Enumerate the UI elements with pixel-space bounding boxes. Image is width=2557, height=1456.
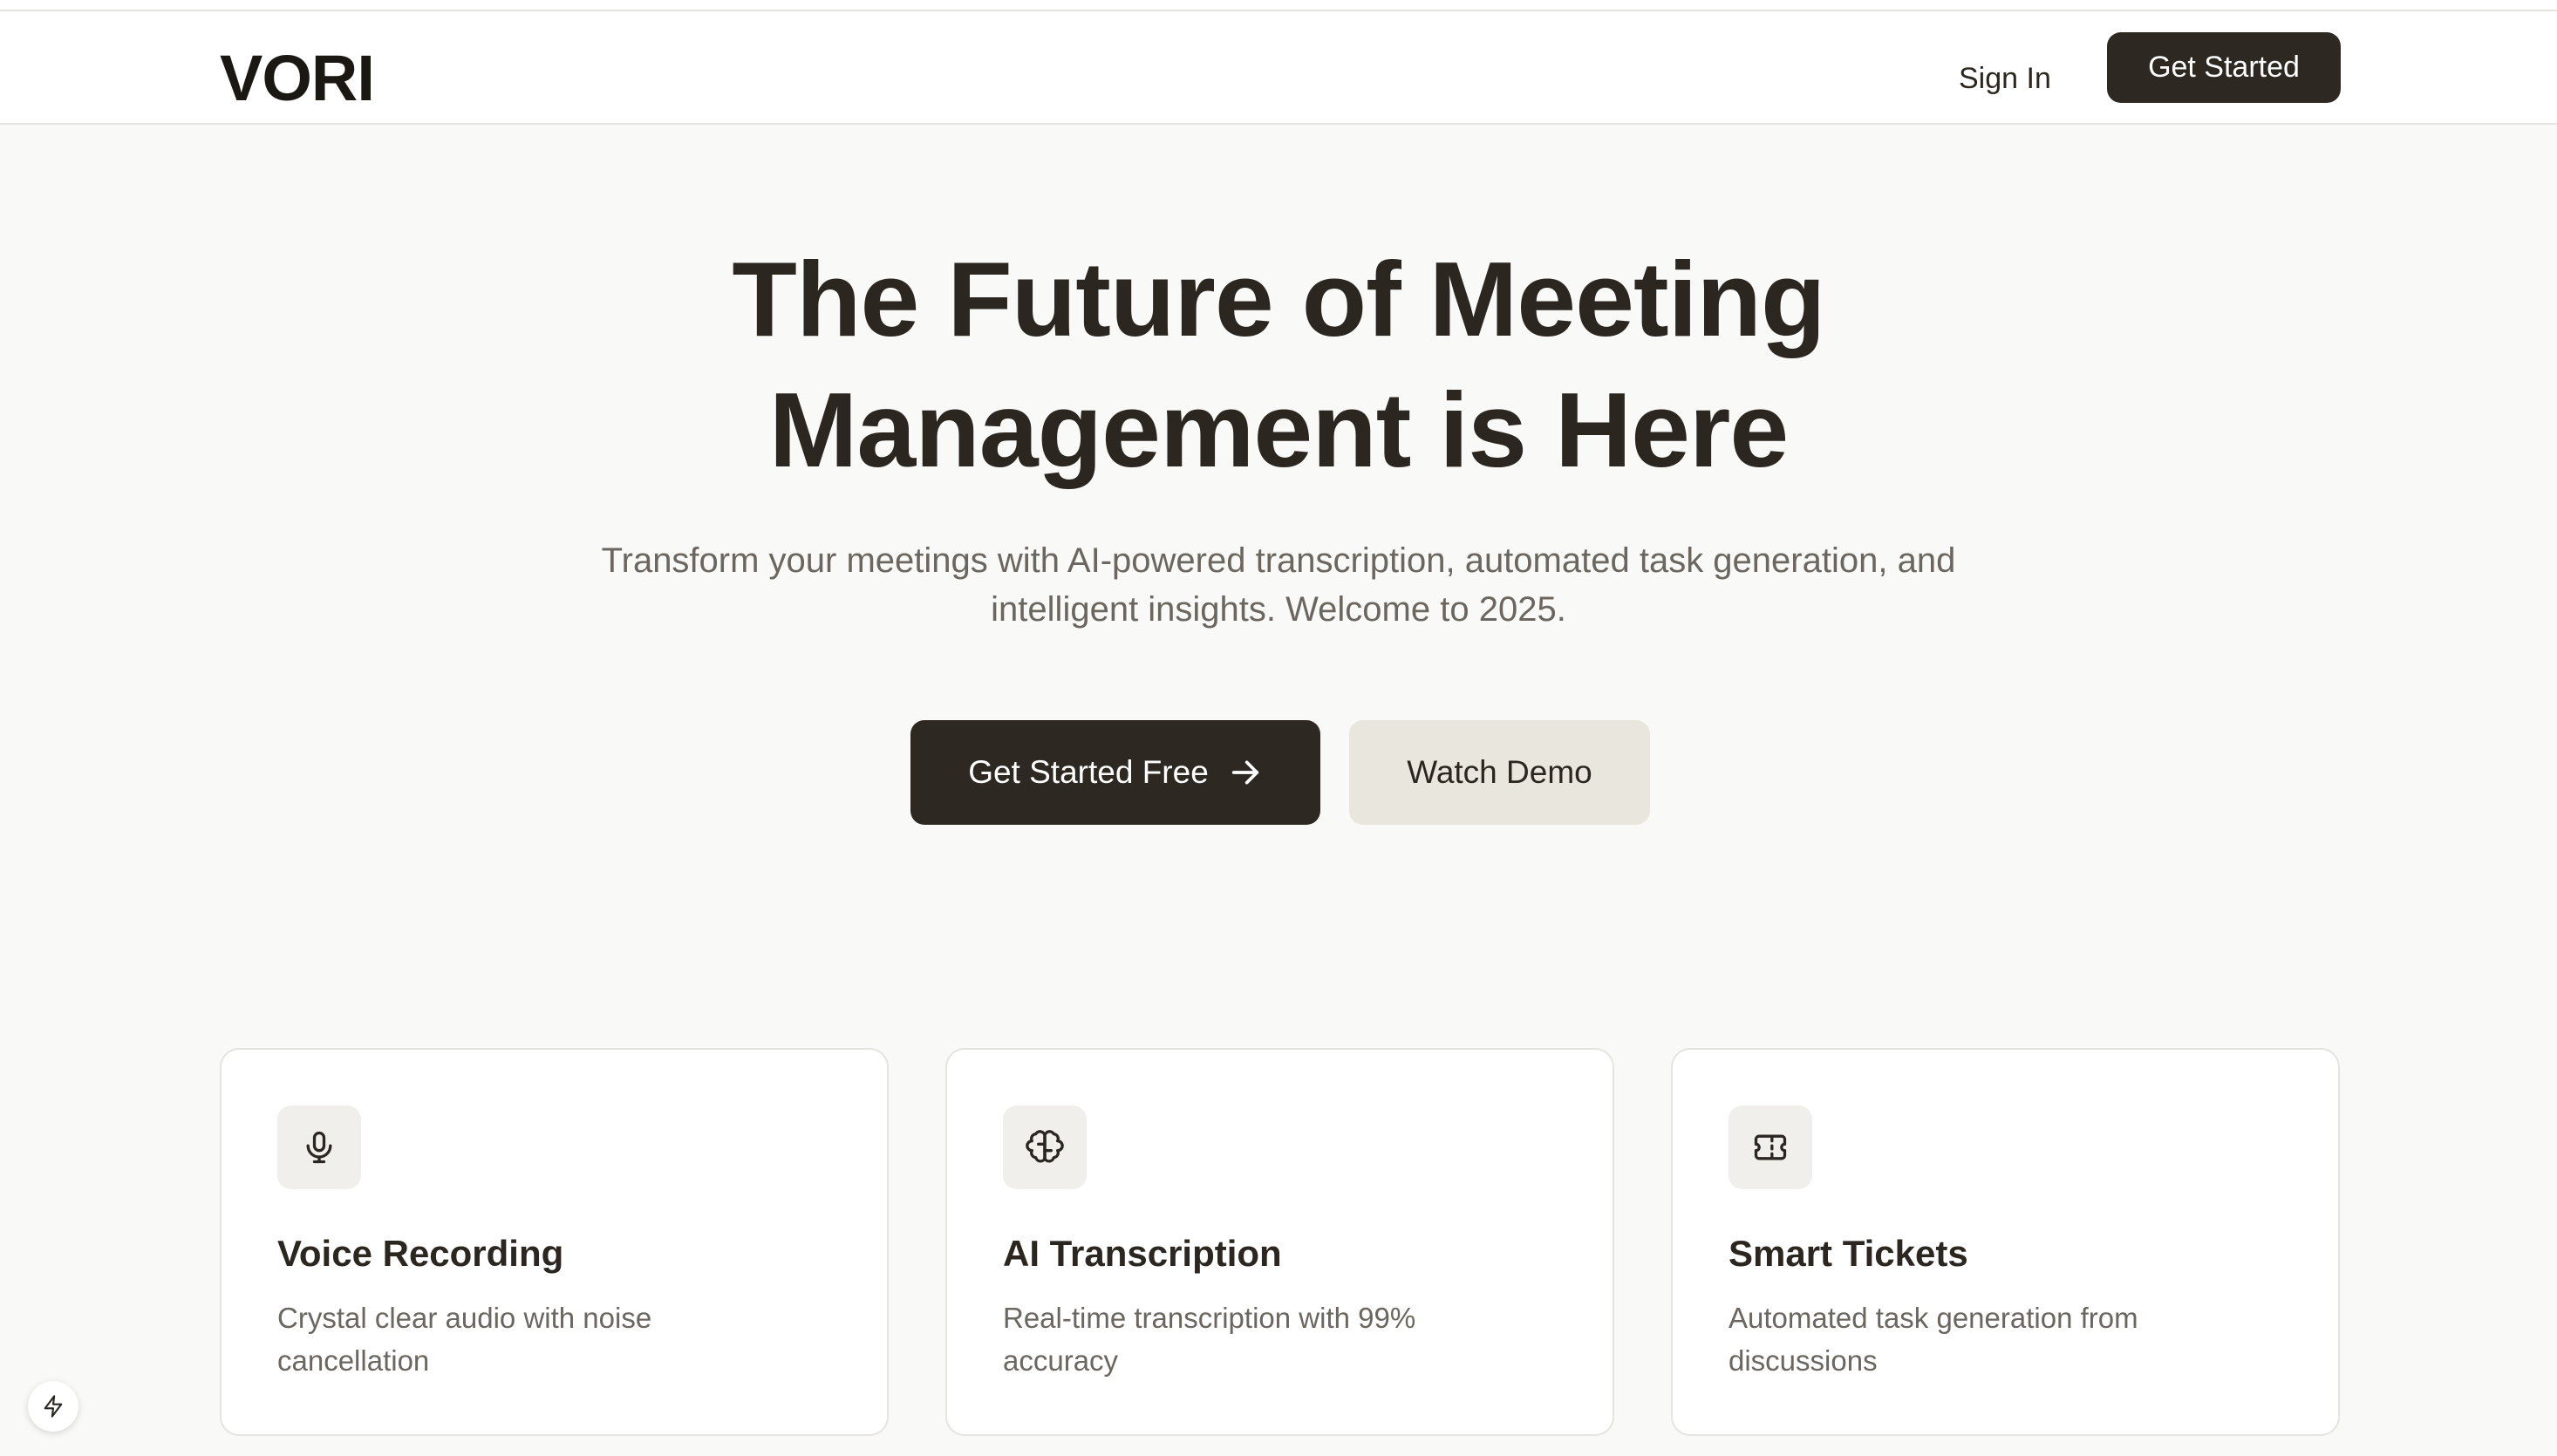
get-started-button[interactable]: Get Started [2107, 32, 2341, 103]
lightning-icon [44, 1395, 63, 1418]
hero-title-line-2: Management is Here [768, 371, 1790, 489]
get-started-free-label: Get Started Free [968, 754, 1209, 790]
hero-title-line-1: The Future of Meeting [732, 240, 1825, 358]
feature-description-line-1: Crystal clear audio with noise [277, 1302, 652, 1334]
top-border [0, 0, 2557, 11]
feature-description-line-2: cancellation [277, 1344, 430, 1377]
feature-icon-box [277, 1106, 361, 1189]
feature-title: Smart Tickets [1729, 1233, 1968, 1274]
get-started-free-button[interactable]: Get Started Free [910, 720, 1320, 825]
hero-title: The Future of Meeting Management is Here [406, 234, 2151, 495]
feature-description-line-2: discussions [1729, 1344, 1878, 1377]
feature-description-line-1: Real-time transcription with 99% [1003, 1302, 1416, 1334]
feature-description: Crystal clear audio with noise cancellat… [277, 1296, 766, 1382]
feature-description: Automated task generation from discussio… [1729, 1296, 2217, 1382]
site-header: VORI Sign In Get Started [0, 11, 2557, 125]
feature-icon-box [1003, 1106, 1087, 1189]
feature-description-line-1: Automated task generation from [1729, 1302, 2138, 1334]
floating-action-button[interactable] [28, 1381, 78, 1432]
hero-subtitle-line-2: intelligent insights. Welcome to 2025. [991, 590, 1566, 629]
feature-description: Real-time transcription with 99% accurac… [1003, 1296, 1491, 1382]
feature-card-voice-recording: Voice Recording Crystal clear audio with… [220, 1048, 889, 1436]
microphone-icon [306, 1131, 332, 1164]
feature-title: Voice Recording [277, 1233, 564, 1274]
feature-title: AI Transcription [1003, 1233, 1282, 1274]
feature-icon-box [1729, 1106, 1812, 1189]
watch-demo-button[interactable]: Watch Demo [1349, 720, 1650, 825]
feature-description-line-2: accuracy [1003, 1344, 1119, 1377]
brain-icon [1026, 1130, 1064, 1163]
logo[interactable]: VORI [220, 31, 375, 126]
hero-subtitle: Transform your meetings with AI-powered … [494, 536, 2063, 634]
feature-card-ai-transcription: AI Transcription Real-time transcription… [945, 1048, 1614, 1436]
feature-card-smart-tickets: Smart Tickets Automated task generation … [1671, 1048, 2340, 1436]
arrow-right-icon [1231, 760, 1258, 785]
ticket-icon [1754, 1134, 1787, 1160]
hero-subtitle-line-1: Transform your meetings with AI-powered … [601, 541, 1956, 580]
sign-in-link[interactable]: Sign In [1959, 37, 2051, 119]
